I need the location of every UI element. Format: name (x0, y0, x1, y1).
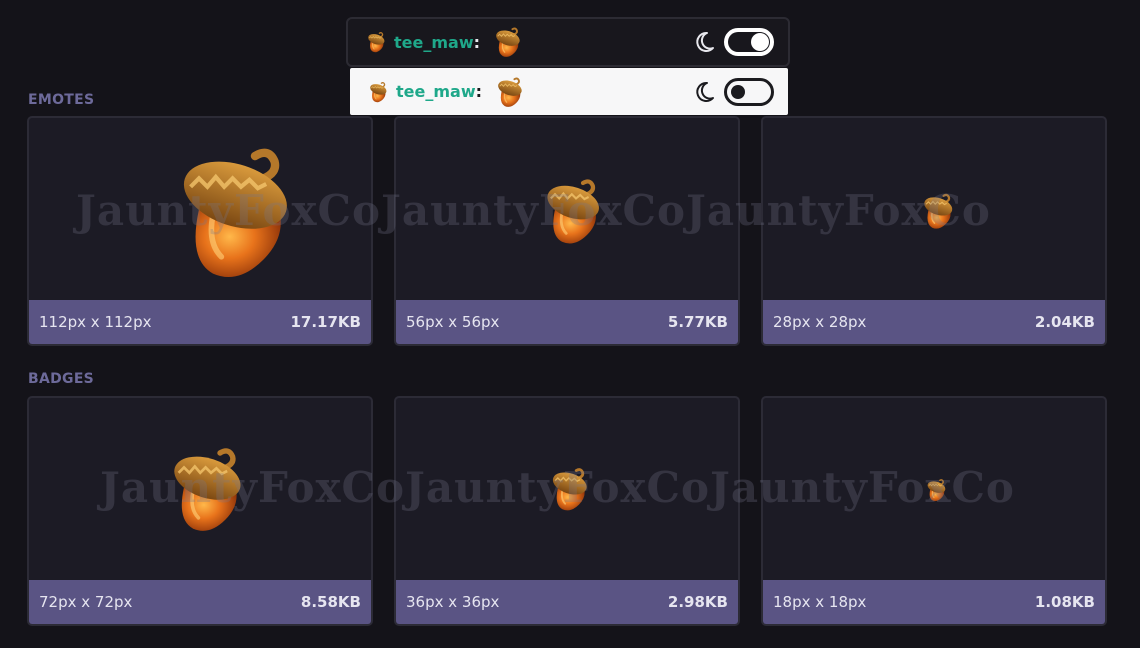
toggle-knob (751, 33, 769, 51)
chat-colon: : (473, 32, 481, 52)
file-size: 1.08KB (1034, 593, 1095, 611)
badges-section-label: BADGES (28, 371, 95, 387)
acorn-icon (923, 478, 947, 502)
emote-card-28[interactable]: 28px x 28px 2.04KB (761, 116, 1107, 346)
acorn-emote-icon (366, 81, 388, 103)
card-footer: 18px x 18px 1.08KB (763, 580, 1105, 624)
emote-card-56[interactable]: 56px x 56px 5.77KB (394, 116, 740, 346)
file-size: 5.77KB (667, 313, 728, 331)
acorn-icon (917, 192, 955, 230)
badge-card-36[interactable]: 36px x 36px 2.98KB (394, 396, 740, 626)
acorn-emote-icon (364, 31, 386, 53)
image-dimensions: 28px x 28px (773, 313, 867, 331)
dark-mode-toggle[interactable] (724, 28, 774, 56)
card-footer: 56px x 56px 5.77KB (396, 300, 738, 344)
acorn-emote-icon (492, 76, 524, 108)
acorn-emote-icon (490, 26, 522, 58)
badge-card-72[interactable]: 72px x 72px 8.58KB (27, 396, 373, 626)
toggle-knob (731, 84, 745, 99)
acorn-icon (534, 176, 604, 246)
image-dimensions: 18px x 18px (773, 593, 867, 611)
card-footer: 72px x 72px 8.58KB (29, 580, 371, 624)
light-mode-toggle[interactable] (724, 77, 774, 106)
file-size: 8.58KB (300, 593, 361, 611)
emote-card-112[interactable]: 112px x 112px 17.17KB (27, 116, 373, 346)
card-footer: 28px x 28px 2.04KB (763, 300, 1105, 344)
emotes-section-label: EMOTES (28, 92, 95, 108)
chat-preview-light: tee_maw : (350, 68, 788, 115)
acorn-icon (157, 444, 247, 534)
chat-username: tee_maw (396, 82, 476, 101)
acorn-icon (544, 466, 590, 512)
file-size: 2.98KB (667, 593, 728, 611)
acorn-icon (157, 142, 297, 282)
chat-preview-dark: tee_maw : (346, 17, 790, 67)
card-footer: 36px x 36px 2.98KB (396, 580, 738, 624)
file-size: 2.04KB (1034, 313, 1095, 331)
chat-colon: : (475, 82, 483, 101)
badge-card-18[interactable]: 18px x 18px 1.08KB (761, 396, 1107, 626)
card-footer: 112px x 112px 17.17KB (29, 300, 371, 344)
image-dimensions: 56px x 56px (406, 313, 500, 331)
moon-icon (696, 81, 714, 102)
image-dimensions: 36px x 36px (406, 593, 500, 611)
image-dimensions: 72px x 72px (39, 593, 133, 611)
image-dimensions: 112px x 112px (39, 313, 152, 331)
chat-username: tee_maw (394, 32, 474, 52)
file-size: 17.17KB (290, 313, 361, 331)
moon-icon (696, 31, 714, 52)
